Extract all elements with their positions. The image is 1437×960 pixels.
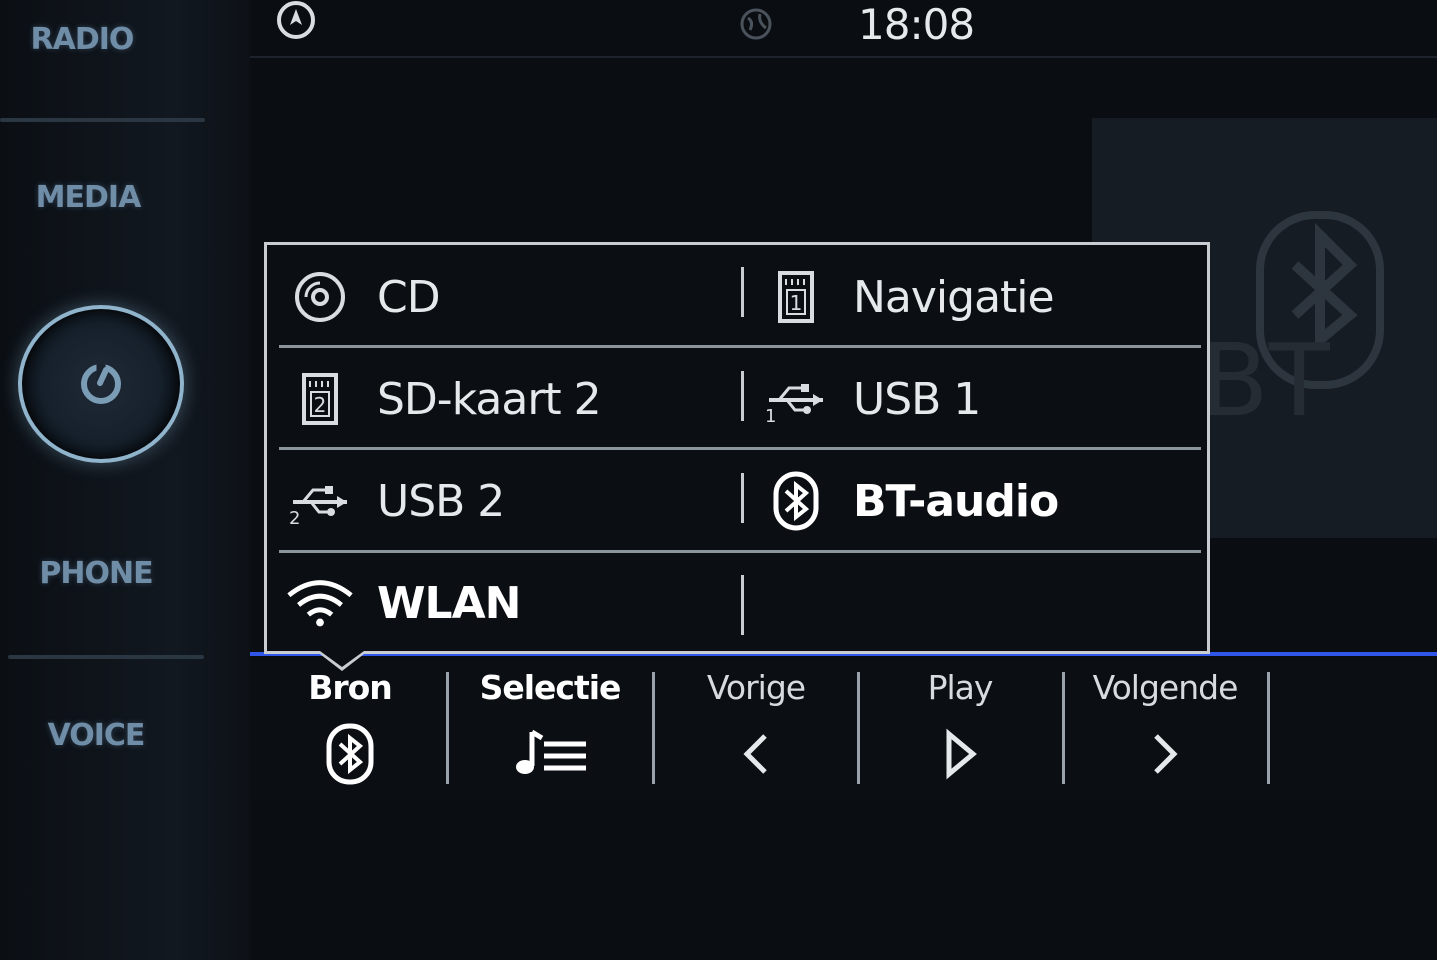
svg-text:1: 1 [765, 406, 776, 424]
selection-button[interactable]: Selectie [450, 660, 650, 790]
source-item-label: USB 1 [853, 373, 981, 425]
bluetooth-icon [326, 723, 374, 785]
source-item-usb-2[interactable]: 2 USB 2 [285, 451, 505, 551]
play-button[interactable]: Play [860, 660, 1060, 790]
column-divider [741, 371, 744, 421]
source-item-cd[interactable]: CD [285, 247, 441, 347]
next-button-label: Volgende [1092, 668, 1239, 707]
column-divider [741, 267, 744, 317]
row-divider [279, 447, 1201, 450]
status-bar-divider [250, 56, 1437, 58]
clock: 18:08 [858, 0, 975, 49]
voice-hard-button[interactable]: VOICE [0, 718, 206, 753]
radio-hard-button[interactable]: RADIO [0, 22, 192, 57]
phone-hard-button[interactable]: PHONE [0, 556, 206, 591]
source-item-label: USB 2 [377, 475, 505, 527]
volume-knob[interactable] [18, 305, 184, 463]
source-item-label: BT-audio [853, 475, 1059, 527]
svg-text:BT: BT [1200, 322, 1331, 425]
media-hard-button[interactable]: MEDIA [0, 180, 198, 215]
next-button[interactable]: Volgende [1065, 660, 1265, 790]
source-item-sd-kaart-2[interactable]: 2 SD-kaart 2 [285, 349, 602, 449]
source-item-label: CD [377, 271, 441, 323]
source-button[interactable]: Bron [250, 660, 450, 790]
play-icon [946, 728, 977, 780]
chevron-left-icon [743, 734, 767, 774]
sd-card-1-icon: 1 [761, 269, 831, 325]
source-item-label: Navigatie [853, 271, 1055, 323]
sd-card-2-icon: 2 [285, 371, 355, 427]
source-item-usb-1[interactable]: 1 USB 1 [761, 349, 981, 449]
source-item-wlan[interactable]: WLAN [285, 553, 521, 653]
bluetooth-background-icon: BT [1200, 211, 1384, 425]
bezel-divider [0, 118, 205, 122]
navigation-status-icon [277, 1, 315, 39]
column-divider [741, 473, 744, 523]
usb-2-icon: 2 [285, 476, 355, 526]
globe-status-icon [740, 8, 772, 40]
source-button-label: Bron [308, 668, 393, 707]
cd-icon [285, 269, 355, 325]
selection-button-label: Selectie [479, 668, 622, 707]
source-item-label: WLAN [377, 577, 521, 629]
source-selection-popup: CD 1 Navigatie 2 SD-kaart 2 1 USB 1 2 US… [264, 242, 1210, 654]
power-icon [81, 364, 121, 404]
chevron-right-icon [1154, 734, 1178, 774]
previous-button-label: Vorige [706, 668, 806, 707]
source-item-navigatie[interactable]: 1 Navigatie [761, 247, 1055, 347]
play-button-label: Play [927, 668, 994, 707]
svg-text:2: 2 [314, 393, 327, 417]
usb-1-icon: 1 [761, 374, 831, 424]
bar-divider [1267, 672, 1270, 784]
music-list-icon [516, 729, 586, 774]
bluetooth-icon [761, 471, 831, 531]
svg-text:1: 1 [790, 291, 803, 315]
hardware-bezel: RADIO MEDIA PHONE VOICE [0, 0, 250, 960]
bar-divider [446, 672, 449, 784]
media-control-bar: Bron Selectie Vorige Play Volgende [250, 660, 1437, 800]
row-divider [279, 345, 1201, 348]
popup-pointer-fill [320, 651, 364, 667]
bar-divider [652, 672, 655, 784]
column-divider [741, 575, 744, 635]
wifi-icon [285, 577, 355, 629]
previous-button[interactable]: Vorige [656, 660, 856, 790]
source-item-label: SD-kaart 2 [377, 373, 602, 425]
bezel-divider [8, 655, 204, 659]
svg-text:2: 2 [289, 508, 300, 526]
source-item-bt-audio[interactable]: BT-audio [761, 451, 1059, 551]
